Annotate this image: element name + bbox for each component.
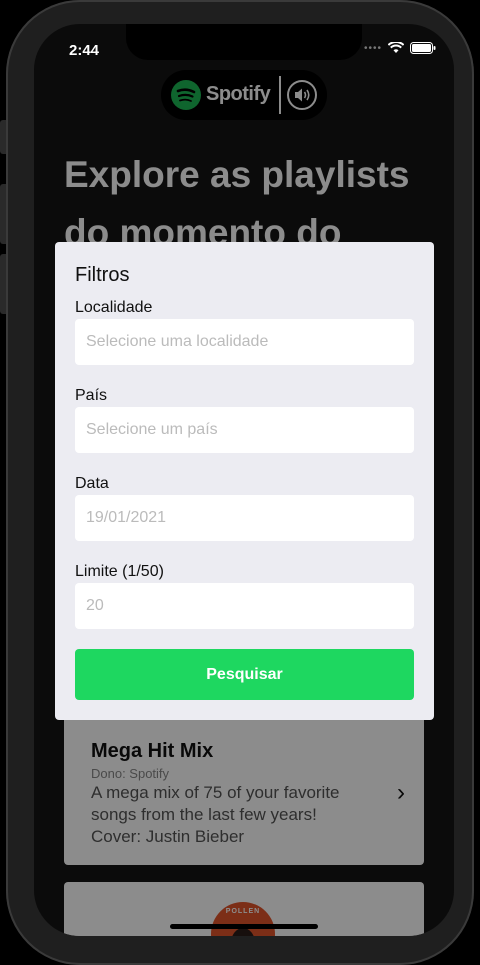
volume-down-button — [0, 254, 6, 314]
status-icons: •••• — [364, 42, 436, 54]
status-bar: 2:44 •••• — [34, 38, 454, 62]
limit-label: Limite (1/50) — [75, 563, 164, 580]
signal-icon: •••• — [363, 42, 382, 54]
filters-modal: Filtros Localidade Selecione uma localid… — [55, 242, 434, 720]
mute-switch — [0, 120, 6, 154]
country-select[interactable]: Selecione um país — [75, 407, 414, 453]
limit-field[interactable]: 20 — [75, 583, 414, 629]
modal-title: Filtros — [75, 264, 130, 286]
country-label: País — [75, 387, 108, 404]
home-indicator[interactable] — [170, 924, 318, 929]
date-label: Data — [75, 475, 109, 492]
screen: 2:44 •••• Spotify Explore as playlists d… — [34, 24, 454, 936]
volume-up-button — [0, 184, 6, 244]
date-field[interactable]: 19/01/2021 — [75, 495, 414, 541]
battery-icon — [410, 42, 436, 54]
search-button[interactable]: Pesquisar — [75, 649, 414, 700]
wifi-icon — [388, 42, 404, 54]
status-time: 2:44 — [69, 42, 100, 59]
locality-label: Localidade — [75, 299, 153, 316]
locality-select[interactable]: Selecione uma localidade — [75, 319, 414, 365]
